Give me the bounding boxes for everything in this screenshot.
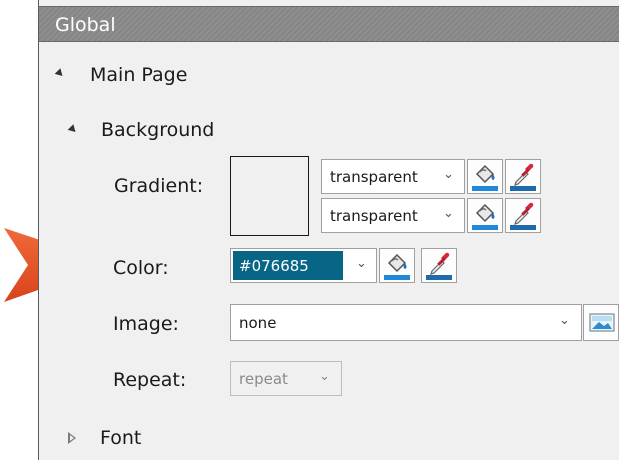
- gradient-start-paint-bucket-button[interactable]: [467, 159, 503, 194]
- color-eyedropper-button[interactable]: [421, 248, 457, 283]
- chevron-down-icon: ⌄: [319, 369, 330, 384]
- collapse-triangle-icon[interactable]: [67, 124, 79, 135]
- chevron-down-icon: ⌄: [443, 167, 454, 182]
- gradient-start-eyedropper-button[interactable]: [505, 159, 541, 194]
- color-label: Color:: [113, 257, 169, 279]
- image-label: Image:: [113, 313, 179, 335]
- image-picker-icon: [589, 313, 615, 332]
- eyedropper-icon: [510, 202, 536, 230]
- paint-bucket-icon: [472, 164, 498, 191]
- section-main-page[interactable]: Main Page: [90, 64, 187, 86]
- chevron-down-icon: ⌄: [559, 313, 570, 328]
- panel-title: Global: [55, 14, 116, 36]
- paint-bucket-icon: [384, 253, 410, 280]
- color-value-highlight[interactable]: #076685: [233, 251, 343, 280]
- gradient-end-eyedropper-button[interactable]: [505, 198, 541, 233]
- chevron-down-icon: ⌄: [356, 256, 367, 271]
- section-background[interactable]: Background: [101, 119, 214, 141]
- collapse-triangle-icon[interactable]: [54, 68, 66, 79]
- image-picker-button[interactable]: [583, 304, 619, 341]
- expand-triangle-icon-inner: [70, 435, 74, 441]
- eyedropper-icon: [426, 252, 452, 280]
- chevron-down-icon: ⌄: [443, 206, 454, 221]
- color-paint-bucket-button[interactable]: [379, 248, 415, 283]
- color-select[interactable]: #076685 ⌄: [230, 248, 377, 283]
- gradient-preview-swatch: [230, 156, 309, 236]
- panel-header: Global: [39, 6, 619, 42]
- gradient-label: Gradient:: [114, 175, 204, 197]
- gradient-end-paint-bucket-button[interactable]: [467, 198, 503, 233]
- gradient-end-select[interactable]: transparent ⌄: [321, 198, 465, 233]
- repeat-label: Repeat:: [113, 369, 187, 391]
- eyedropper-icon: [510, 163, 536, 191]
- section-font[interactable]: Font: [100, 427, 141, 449]
- gradient-start-select[interactable]: transparent ⌄: [321, 159, 465, 194]
- repeat-select[interactable]: repeat ⌄: [230, 361, 342, 396]
- image-select[interactable]: none ⌄: [230, 304, 582, 341]
- paint-bucket-icon: [472, 203, 498, 230]
